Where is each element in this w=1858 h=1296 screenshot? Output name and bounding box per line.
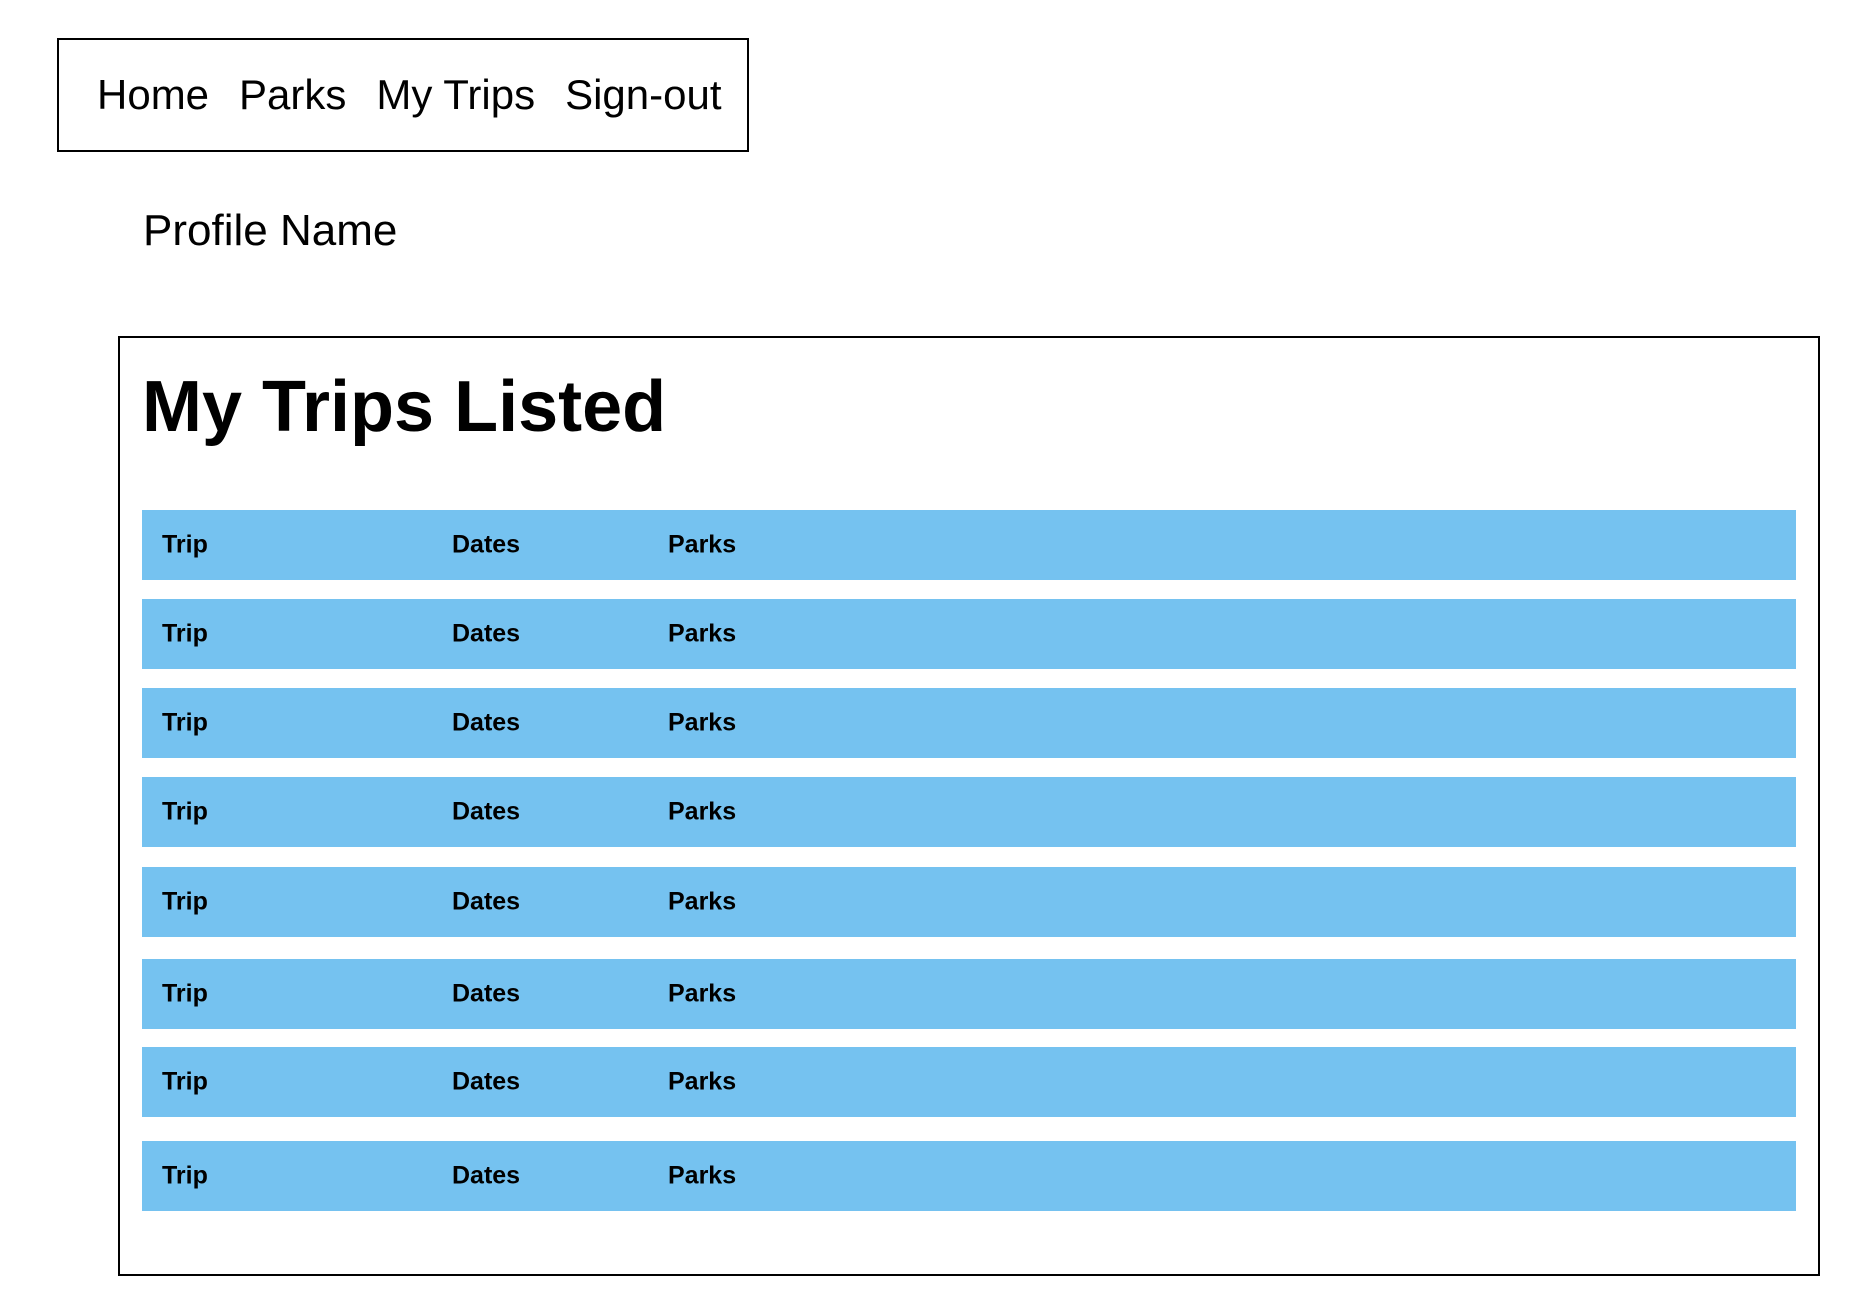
trip-cell: Trip — [162, 530, 208, 559]
trip-row[interactable]: Trip Dates Parks — [142, 688, 1796, 758]
parks-cell: Parks — [668, 1161, 737, 1190]
dates-cell: Dates — [452, 708, 521, 737]
nav-link-home[interactable]: Home — [97, 71, 209, 119]
parks-cell: Parks — [668, 530, 737, 559]
dates-cell: Dates — [452, 619, 521, 648]
parks-cell: Parks — [668, 887, 737, 916]
parks-cell: Parks — [668, 797, 737, 826]
trip-row[interactable]: Trip Dates Parks — [142, 510, 1796, 580]
dates-cell: Dates — [452, 1067, 521, 1096]
trip-row[interactable]: Trip Dates Parks — [142, 1047, 1796, 1117]
dates-cell: Dates — [452, 979, 521, 1008]
trip-cell: Trip — [162, 619, 208, 648]
profile-name: Profile Name — [143, 206, 398, 255]
trip-row[interactable]: Trip Dates Parks — [142, 867, 1796, 937]
parks-cell: Parks — [668, 1067, 737, 1096]
nav-link-my-trips[interactable]: My Trips — [376, 71, 535, 119]
dates-cell: Dates — [452, 1161, 521, 1190]
trip-cell: Trip — [162, 887, 208, 916]
nav-link-sign-out[interactable]: Sign-out — [565, 71, 721, 119]
trip-row[interactable]: Trip Dates Parks — [142, 599, 1796, 669]
trips-panel: My Trips Listed Trip Dates Parks Trip Da… — [118, 336, 1820, 1276]
trip-cell: Trip — [162, 797, 208, 826]
parks-cell: Parks — [668, 619, 737, 648]
trip-cell: Trip — [162, 1161, 208, 1190]
top-nav: Home Parks My Trips Sign-out — [57, 38, 749, 152]
trip-row[interactable]: Trip Dates Parks — [142, 959, 1796, 1029]
dates-cell: Dates — [452, 797, 521, 826]
dates-cell: Dates — [452, 530, 521, 559]
dates-cell: Dates — [452, 887, 521, 916]
trips-title: My Trips Listed — [142, 367, 667, 447]
parks-cell: Parks — [668, 979, 737, 1008]
trip-cell: Trip — [162, 979, 208, 1008]
trip-row[interactable]: Trip Dates Parks — [142, 1141, 1796, 1211]
trip-row[interactable]: Trip Dates Parks — [142, 777, 1796, 847]
trip-cell: Trip — [162, 1067, 208, 1096]
trip-cell: Trip — [162, 708, 208, 737]
parks-cell: Parks — [668, 708, 737, 737]
nav-link-parks[interactable]: Parks — [239, 71, 346, 119]
